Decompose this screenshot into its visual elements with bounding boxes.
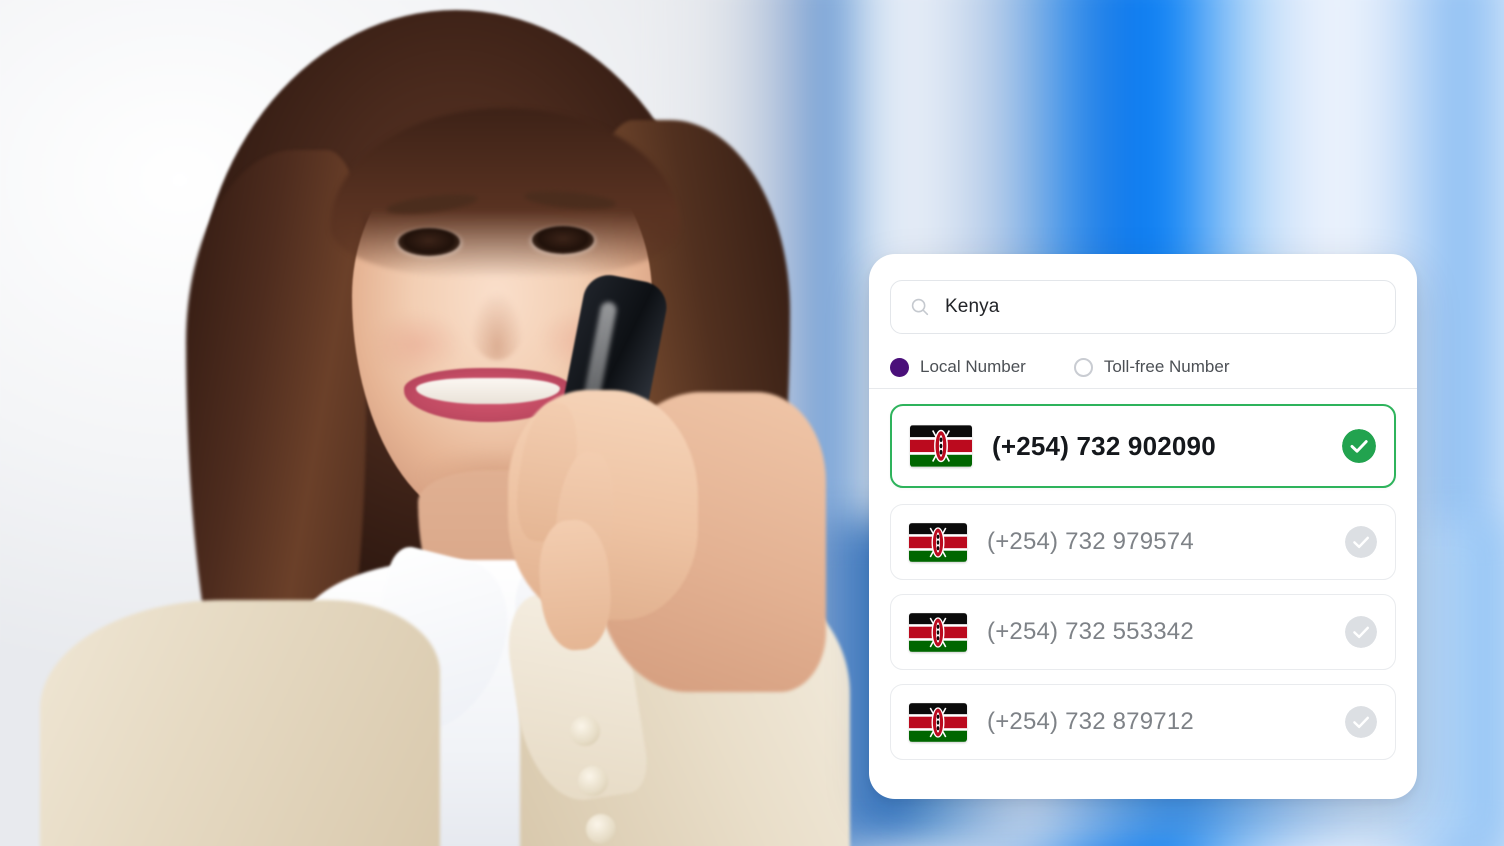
kenya-flag-icon: [909, 612, 967, 652]
kenya-flag-icon: [909, 702, 967, 742]
nose: [470, 290, 524, 360]
check-circle-icon[interactable]: [1345, 706, 1377, 738]
eye-right: [532, 226, 594, 254]
phone-number-text: (+254) 732 553342: [987, 618, 1194, 645]
radio-label-local-number: Local Number: [920, 357, 1026, 376]
phone-number-text: (+254) 732 879712: [987, 708, 1194, 735]
radio-option-local-number[interactable]: Local Number: [890, 357, 1026, 377]
check-circle-icon[interactable]: [1345, 616, 1377, 648]
check-circle-icon[interactable]: [1342, 429, 1376, 463]
country-search-field[interactable]: Kenya: [890, 280, 1396, 334]
phone-number-text: (+254) 732 902090: [992, 430, 1216, 461]
blazer-button: [578, 766, 608, 796]
section-divider: [869, 388, 1417, 389]
radio-label-toll-free-number: Toll-free Number: [1103, 357, 1230, 376]
blazer-button: [586, 814, 616, 844]
blazer-button: [570, 716, 600, 746]
eye-left: [398, 228, 460, 256]
number-row[interactable]: (+254) 732 879712: [890, 684, 1396, 760]
radio-option-toll-free-number[interactable]: Toll-free Number: [1073, 357, 1230, 377]
kenya-flag-icon: [910, 425, 972, 467]
number-list: (+254) 732 902090 (+254) 732 979574 (+25…: [869, 404, 1417, 774]
check-circle-icon[interactable]: [1345, 526, 1377, 558]
number-row-selected[interactable]: (+254) 732 902090: [890, 404, 1396, 488]
screenshot-root: Kenya Local Number Toll-free Number (+25…: [0, 0, 1504, 846]
kenya-flag-icon: [909, 522, 967, 562]
search-icon: [911, 298, 929, 316]
number-row[interactable]: (+254) 732 979574: [890, 504, 1396, 580]
number-picker-card: Kenya Local Number Toll-free Number (+25…: [869, 254, 1417, 799]
blazer-left: [40, 600, 440, 846]
radio-dot-unselected[interactable]: [1073, 357, 1093, 377]
woman-on-phone: [0, 0, 860, 846]
search-input-value[interactable]: Kenya: [945, 296, 999, 318]
number-row[interactable]: (+254) 732 553342: [890, 594, 1396, 670]
number-type-radio-group: Local Number Toll-free Number: [890, 350, 1396, 384]
radio-dot-selected[interactable]: [890, 357, 909, 377]
phone-number-text: (+254) 732 979574: [987, 528, 1194, 555]
cheek-left: [372, 312, 462, 376]
